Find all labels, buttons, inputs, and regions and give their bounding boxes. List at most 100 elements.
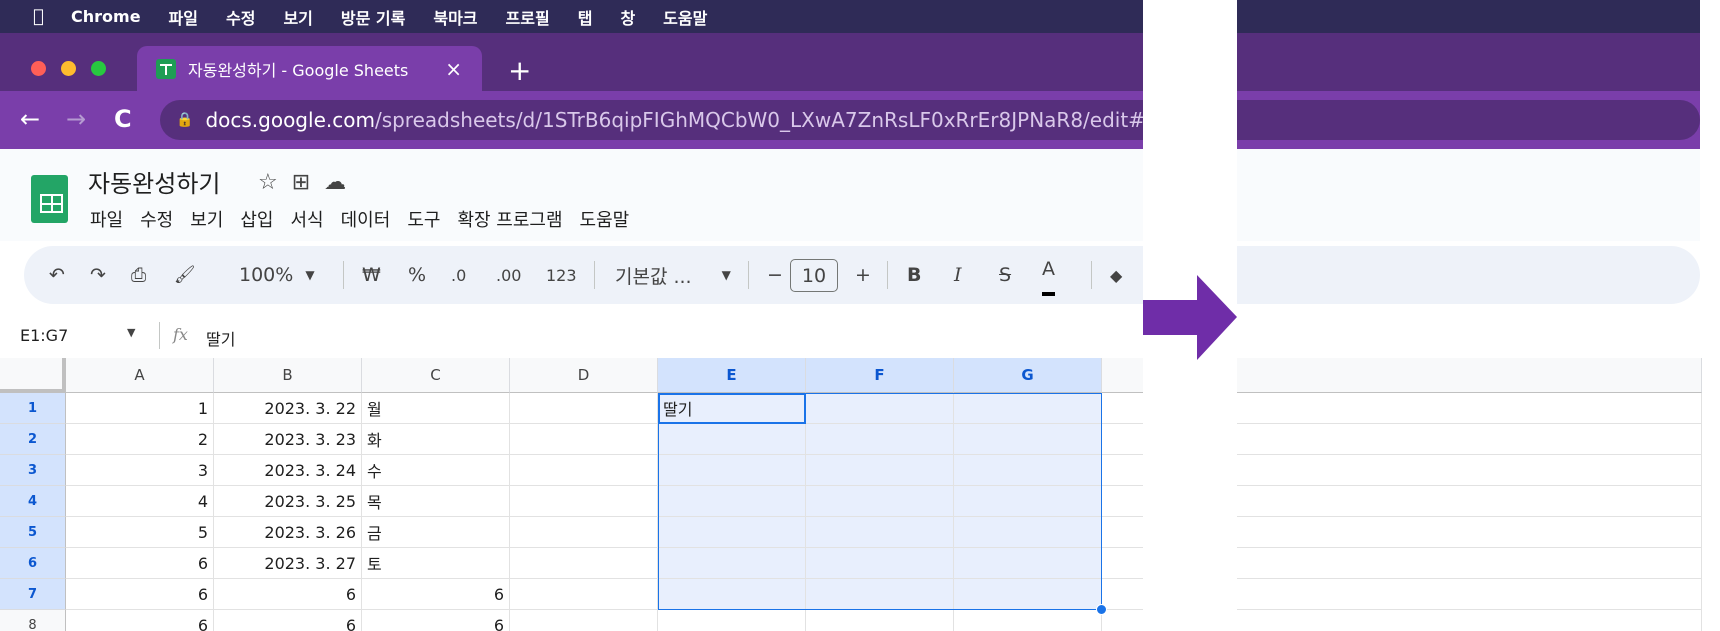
menubar-item[interactable]: 북마크 xyxy=(433,5,477,29)
cell-c3[interactable]: 수 xyxy=(362,455,510,486)
cell-a2[interactable]: 2 xyxy=(66,424,214,455)
cell-b7[interactable]: 6 xyxy=(214,579,362,610)
cell-f3[interactable] xyxy=(806,455,954,486)
row-header[interactable]: 1 xyxy=(0,393,66,424)
decrease-decimal-button[interactable]: .0 xyxy=(451,246,466,304)
cell-c6[interactable]: 토 xyxy=(362,548,510,579)
new-tab-button[interactable]: + xyxy=(508,54,531,87)
chevron-down-icon[interactable]: ▼ xyxy=(127,326,135,339)
cell-g8[interactable] xyxy=(954,610,1102,631)
doc-menu-item[interactable]: 보기 xyxy=(190,206,223,232)
tab-close-icon[interactable]: × xyxy=(445,57,462,81)
cell-g5[interactable] xyxy=(954,517,1102,548)
undo-icon[interactable]: ↶ xyxy=(49,246,65,304)
cell-c4[interactable]: 목 xyxy=(362,486,510,517)
menubar-item[interactable]: 창 xyxy=(620,5,635,29)
cell-g2[interactable] xyxy=(954,424,1102,455)
cell-a7[interactable]: 6 xyxy=(66,579,214,610)
cell-a8[interactable]: 6 xyxy=(66,610,214,631)
redo-icon[interactable]: ↷ xyxy=(90,246,106,304)
row-header[interactable]: 6 xyxy=(0,548,66,579)
row-header[interactable]: 8 xyxy=(0,610,66,631)
cell-h1[interactable] xyxy=(1237,393,1702,424)
cell-b1[interactable]: 2023. 3. 22 xyxy=(214,393,362,424)
cell-h4[interactable] xyxy=(1102,486,1143,517)
cell-b2[interactable]: 2023. 3. 23 xyxy=(214,424,362,455)
cell-f8[interactable] xyxy=(806,610,954,631)
menubar-item[interactable]: 수정 xyxy=(226,5,255,29)
cell-d1[interactable] xyxy=(510,393,658,424)
cell-d6[interactable] xyxy=(510,548,658,579)
row-header[interactable]: 3 xyxy=(0,455,66,486)
doc-menu-item[interactable]: 확장 프로그램 xyxy=(457,206,562,232)
cell-a4[interactable]: 4 xyxy=(66,486,214,517)
back-icon[interactable]: ← xyxy=(20,105,40,133)
cell-c1[interactable]: 월 xyxy=(362,393,510,424)
menubar-item[interactable]: 방문 기록 xyxy=(341,5,405,29)
cell-c2[interactable]: 화 xyxy=(362,424,510,455)
column-header-c[interactable]: C xyxy=(362,358,510,393)
cell-e3[interactable] xyxy=(658,455,806,486)
zoom-select[interactable]: 100% ▼ xyxy=(239,246,315,304)
close-window-icon[interactable] xyxy=(31,61,46,76)
row-header[interactable]: 5 xyxy=(0,517,66,548)
percent-button[interactable]: % xyxy=(408,246,426,304)
cell-d5[interactable] xyxy=(510,517,658,548)
cell-e4[interactable] xyxy=(658,486,806,517)
font-size-input[interactable]: 10 xyxy=(790,259,838,292)
url-field[interactable]: 🔒 docs.google.com/spreadsheets/d/1STrB6q… xyxy=(160,100,1143,140)
forward-icon[interactable]: → xyxy=(66,105,86,133)
fill-handle[interactable] xyxy=(1096,604,1107,615)
cell-h3[interactable] xyxy=(1102,455,1143,486)
menubar-item[interactable]: 도움말 xyxy=(663,5,707,29)
cell-b8[interactable]: 6 xyxy=(214,610,362,631)
cell-d8[interactable] xyxy=(510,610,658,631)
doc-menu-item[interactable]: 서식 xyxy=(291,206,324,232)
doc-menu-item[interactable]: 도움말 xyxy=(580,206,630,232)
row-header[interactable]: 4 xyxy=(0,486,66,517)
cell-f6[interactable] xyxy=(806,548,954,579)
cell-e7[interactable] xyxy=(658,579,806,610)
cell-f5[interactable] xyxy=(806,517,954,548)
print-icon[interactable]: ⎙ xyxy=(131,246,146,304)
cell-h7[interactable] xyxy=(1102,579,1143,610)
cell-g6[interactable] xyxy=(954,548,1102,579)
column-header-a[interactable]: A xyxy=(66,358,214,393)
cell-a5[interactable]: 5 xyxy=(66,517,214,548)
apple-icon[interactable]:  xyxy=(33,6,53,27)
minimize-window-icon[interactable] xyxy=(61,61,76,76)
move-folder-icon[interactable]: ⊞ xyxy=(292,170,324,195)
reload-icon[interactable]: C xyxy=(114,105,132,133)
doc-menu-item[interactable]: 도구 xyxy=(407,206,440,232)
cell-h8[interactable] xyxy=(1102,610,1143,631)
column-header-g[interactable]: G xyxy=(954,358,1102,393)
column-header-d[interactable]: D xyxy=(510,358,658,393)
sheets-logo-icon[interactable] xyxy=(31,175,68,223)
formula-input[interactable]: 딸기 xyxy=(206,326,235,350)
cell-h5[interactable] xyxy=(1237,517,1702,548)
cloud-status-icon[interactable]: ☁ xyxy=(324,170,360,195)
cell-h3[interactable] xyxy=(1237,455,1702,486)
cell-f2[interactable] xyxy=(806,424,954,455)
font-size-increase-button[interactable]: + xyxy=(855,246,871,304)
name-box[interactable]: E1:G7 xyxy=(20,326,68,345)
text-color-button[interactable]: A xyxy=(1042,246,1055,296)
cell-h1[interactable] xyxy=(1102,393,1143,424)
doc-menu-item[interactable]: 수정 xyxy=(140,206,173,232)
cell-b6[interactable]: 2023. 3. 27 xyxy=(214,548,362,579)
cell-c8[interactable]: 6 xyxy=(362,610,510,631)
menubar-item[interactable]: 파일 xyxy=(169,5,198,29)
cell-g4[interactable] xyxy=(954,486,1102,517)
currency-button[interactable]: ₩ xyxy=(362,246,381,304)
cell-g1[interactable] xyxy=(954,393,1102,424)
cell-d4[interactable] xyxy=(510,486,658,517)
cell-b3[interactable]: 2023. 3. 24 xyxy=(214,455,362,486)
cell-g3[interactable] xyxy=(954,455,1102,486)
cell-h6[interactable] xyxy=(1102,548,1143,579)
more-formats-button[interactable]: 123 xyxy=(546,246,577,304)
paint-format-icon[interactable]: 🖌 xyxy=(174,246,196,304)
cell-d3[interactable] xyxy=(510,455,658,486)
cell-a3[interactable]: 3 xyxy=(66,455,214,486)
cell-h5[interactable] xyxy=(1102,517,1143,548)
cell-e2[interactable] xyxy=(658,424,806,455)
